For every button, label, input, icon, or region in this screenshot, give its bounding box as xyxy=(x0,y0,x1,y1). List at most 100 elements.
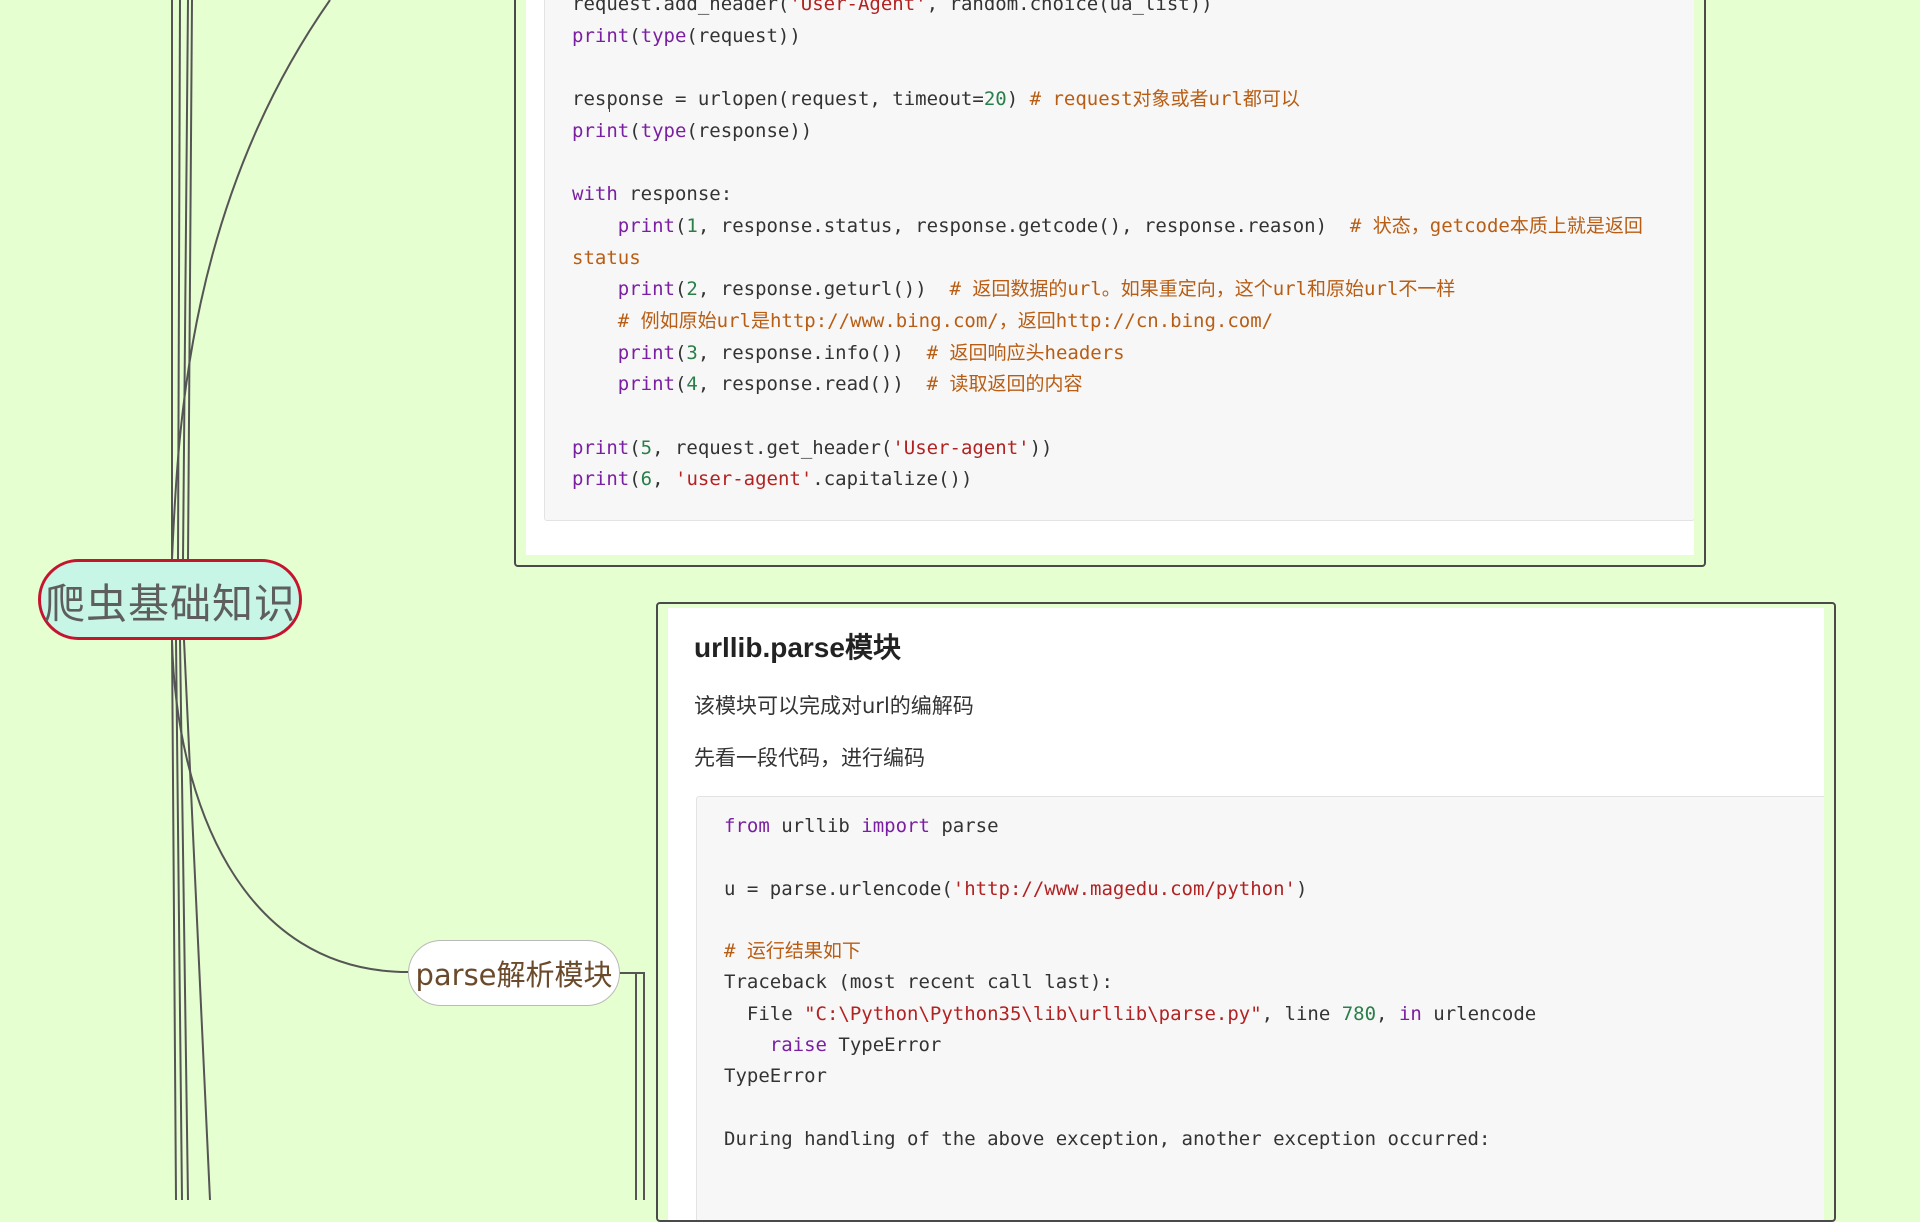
code-token: , response.status, response.getcode(), r… xyxy=(697,214,1350,237)
code-token: ( xyxy=(629,24,641,47)
code-line: u = parse.urlencode('http://www.magedu.c… xyxy=(724,874,1536,905)
code-token: .capitalize()) xyxy=(812,468,973,491)
code-line: raise TypeError xyxy=(724,1030,1536,1061)
code-token: 4 xyxy=(686,373,698,396)
code-token: with xyxy=(572,183,618,206)
code-token: import xyxy=(861,815,930,837)
note-card-body: urllib.parse模块 该模块可以完成对url的编解码 先看一段代码，进行… xyxy=(668,608,1824,1220)
code-token: raise xyxy=(769,1034,827,1057)
code-token: 1 xyxy=(686,214,698,237)
mindmap-root-node[interactable]: 爬虫基础知识 xyxy=(38,559,302,640)
code-token: urllib xyxy=(769,815,862,837)
connector-line xyxy=(620,972,637,1200)
code-token: , line xyxy=(1261,1002,1342,1025)
code-line: print(type(request)) xyxy=(572,21,1643,53)
code-token: # 例如原始url是http://www.bing.com/，返回http://… xyxy=(617,309,1274,332)
connector-line xyxy=(171,639,177,1200)
code-line: print(3, response.info()) # 返回响应头headers xyxy=(572,338,1643,370)
code-line: response = urlopen(request, timeout=20) … xyxy=(572,84,1643,116)
code-token: 780 xyxy=(1341,1002,1377,1025)
code-token: # 返回数据的url。如果重定向，这个url和原始url不一样 xyxy=(949,278,1456,301)
code-line: print(4, response.read()) # 读取返回的内容 xyxy=(572,369,1643,401)
parse-note-card[interactable]: urllib.parse模块 该模块可以完成对url的编解码 先看一段代码，进行… xyxy=(656,602,1836,1222)
code-token: ( xyxy=(629,119,641,142)
code-token: type xyxy=(640,24,687,47)
code-token: , response.geturl()) xyxy=(697,278,950,301)
branch-node-label: parse解析模块 xyxy=(415,958,613,992)
code-token: , xyxy=(652,468,675,491)
code-token: print xyxy=(617,214,675,237)
code-token: print xyxy=(617,341,675,364)
code-token: "C:\Python\Python35\lib\urllib\parse.py" xyxy=(804,1002,1262,1025)
code-token: File xyxy=(724,1002,805,1025)
connector-line xyxy=(620,972,645,1200)
code-token: print xyxy=(572,119,630,142)
code-token: type xyxy=(640,119,687,142)
code-token: # 读取返回的内容 xyxy=(926,373,1083,396)
code-token: ( xyxy=(674,341,687,364)
code-token: TypeError xyxy=(724,1065,827,1088)
code-token: 5 xyxy=(640,436,653,459)
note-title: urllib.parse模块 xyxy=(694,632,901,663)
code-token: 2 xyxy=(686,278,698,301)
code-lines: from urllib import parse u = parse.urlenc… xyxy=(724,811,1536,1155)
code-token: ( xyxy=(674,214,687,237)
code-token: , random.choice(ua_list)) xyxy=(926,0,1213,15)
code-token: ) xyxy=(1006,88,1030,111)
code-token: status xyxy=(572,246,641,269)
mindmap-branch-node[interactable]: parse解析模块 xyxy=(408,940,620,1006)
text-cursor-icon xyxy=(609,94,610,112)
code-token: response: xyxy=(617,183,733,206)
code-line: # 运行结果如下 xyxy=(724,936,1536,967)
code-line: status xyxy=(572,243,1643,275)
code-block: from urllib import parse u = parse.urlenc… xyxy=(696,796,1824,1220)
code-line: from urllib import parse xyxy=(724,811,1536,842)
code-token: urlencode xyxy=(1421,1002,1537,1025)
code-line: File "C:\Python\Python35\lib\urllib\pars… xyxy=(724,999,1536,1030)
code-line: # 例如原始url是http://www.bing.com/，返回http://… xyxy=(572,306,1643,338)
code-token: parse xyxy=(929,815,999,837)
code-token: print xyxy=(617,278,675,301)
code-line: print(5, request.get_header('User-agent'… xyxy=(572,433,1643,465)
code-token: # 运行结果如下 xyxy=(724,940,861,963)
code-token: Traceback (most recent call last): xyxy=(724,971,1113,994)
code-block: request.add_header('User-Agent', random.… xyxy=(544,0,1694,521)
code-token: ) xyxy=(1295,877,1308,900)
code-token: request.add_header( xyxy=(572,0,790,15)
code-token: (request)) xyxy=(686,24,801,47)
code-lines: request.add_header('User-Agent', random.… xyxy=(572,0,1643,496)
code-token: print xyxy=(572,436,630,459)
code-token: print xyxy=(572,468,630,491)
code-token: print xyxy=(617,373,675,396)
code-token: 'User-agent' xyxy=(892,436,1030,459)
connector-line xyxy=(183,639,211,1200)
code-token: response = urlopen(request, timeout= xyxy=(572,88,984,111)
note-paragraph: 该模块可以完成对url的编解码 xyxy=(694,694,974,718)
code-token: ( xyxy=(674,373,687,396)
code-token: , xyxy=(1376,1002,1399,1025)
code-token: # 返回响应头headers xyxy=(926,341,1125,364)
code-line: print(2, response.geturl()) # 返回数据的url。如… xyxy=(572,274,1643,306)
code-token: 6 xyxy=(640,468,653,491)
code-token: 'User-Agent' xyxy=(789,0,927,15)
note-paragraph: 先看一段代码，进行编码 xyxy=(694,746,925,770)
code-note-card[interactable]: request.add_header('User-Agent', random.… xyxy=(514,0,1706,567)
code-line: print(1, response.status, response.getco… xyxy=(572,211,1643,243)
code-token: 'user-agent' xyxy=(675,468,813,491)
code-token: in xyxy=(1398,1002,1422,1025)
connector-line xyxy=(182,0,189,561)
code-token: print xyxy=(572,24,630,47)
code-token: ( xyxy=(629,468,641,491)
code-line: TypeError xyxy=(724,1061,1536,1092)
connector-line xyxy=(177,0,181,561)
